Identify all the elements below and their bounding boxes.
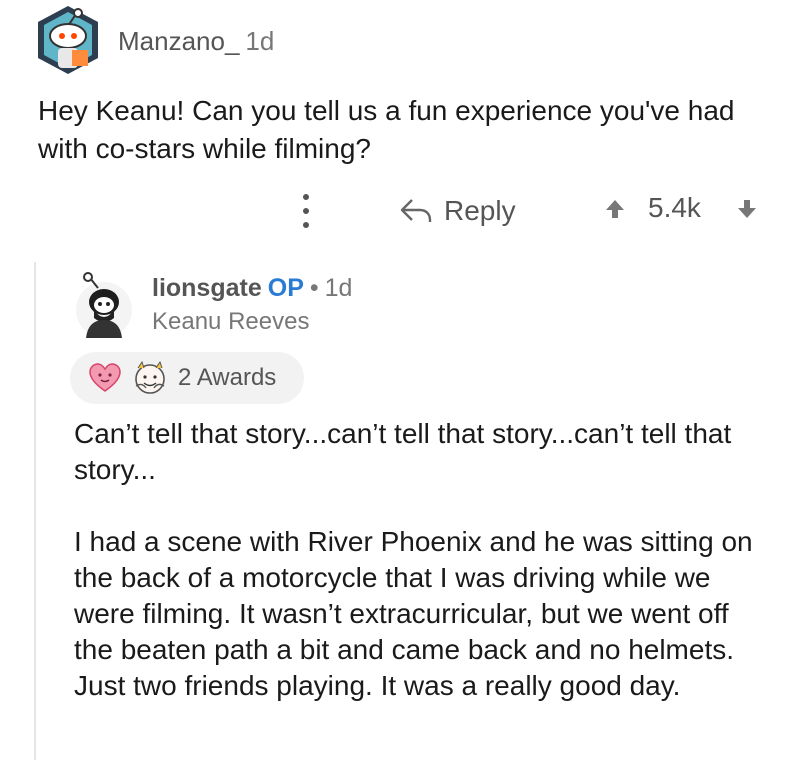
username[interactable]: Manzano_ (118, 26, 239, 56)
reply-paragraph: I had a scene with River Phoenix and he … (74, 526, 753, 701)
more-vertical-icon[interactable] (296, 194, 316, 228)
comment-age: 1d (245, 26, 275, 56)
reply-button[interactable]: Reply (398, 190, 516, 232)
user-avatar-manzano[interactable] (32, 4, 104, 76)
op-badge: OP (267, 274, 304, 302)
thread-collapse-line[interactable] (34, 262, 36, 760)
reply-label: Reply (444, 195, 516, 226)
username[interactable]: lionsgate (152, 274, 262, 302)
reply-paragraph: Can’t tell that story...can’t tell that … (74, 418, 732, 485)
user-flair: Keanu Reeves (152, 308, 310, 335)
vote-score: 5.4k (648, 192, 701, 223)
comment-body: Hey Keanu! Can you tell us a fun experie… (38, 95, 735, 164)
comment-author-line: Manzano_ 1d (118, 26, 274, 57)
awards-count: 2 Awards (178, 364, 277, 391)
downvote-arrow-icon[interactable] (734, 196, 760, 222)
heart-award-icon (89, 363, 121, 392)
upvote-arrow-icon[interactable] (602, 196, 628, 222)
reply-body: Can’t tell that story...can’t tell that … (74, 416, 764, 740)
comment-age: 1d (324, 274, 353, 302)
reply-author-line: lionsgate OP • 1d (152, 274, 352, 303)
hug-award-icon (135, 360, 165, 394)
separator-dot: • (309, 274, 319, 302)
reply-arrow-icon (400, 199, 432, 222)
user-avatar-lionsgate[interactable] (70, 272, 138, 340)
